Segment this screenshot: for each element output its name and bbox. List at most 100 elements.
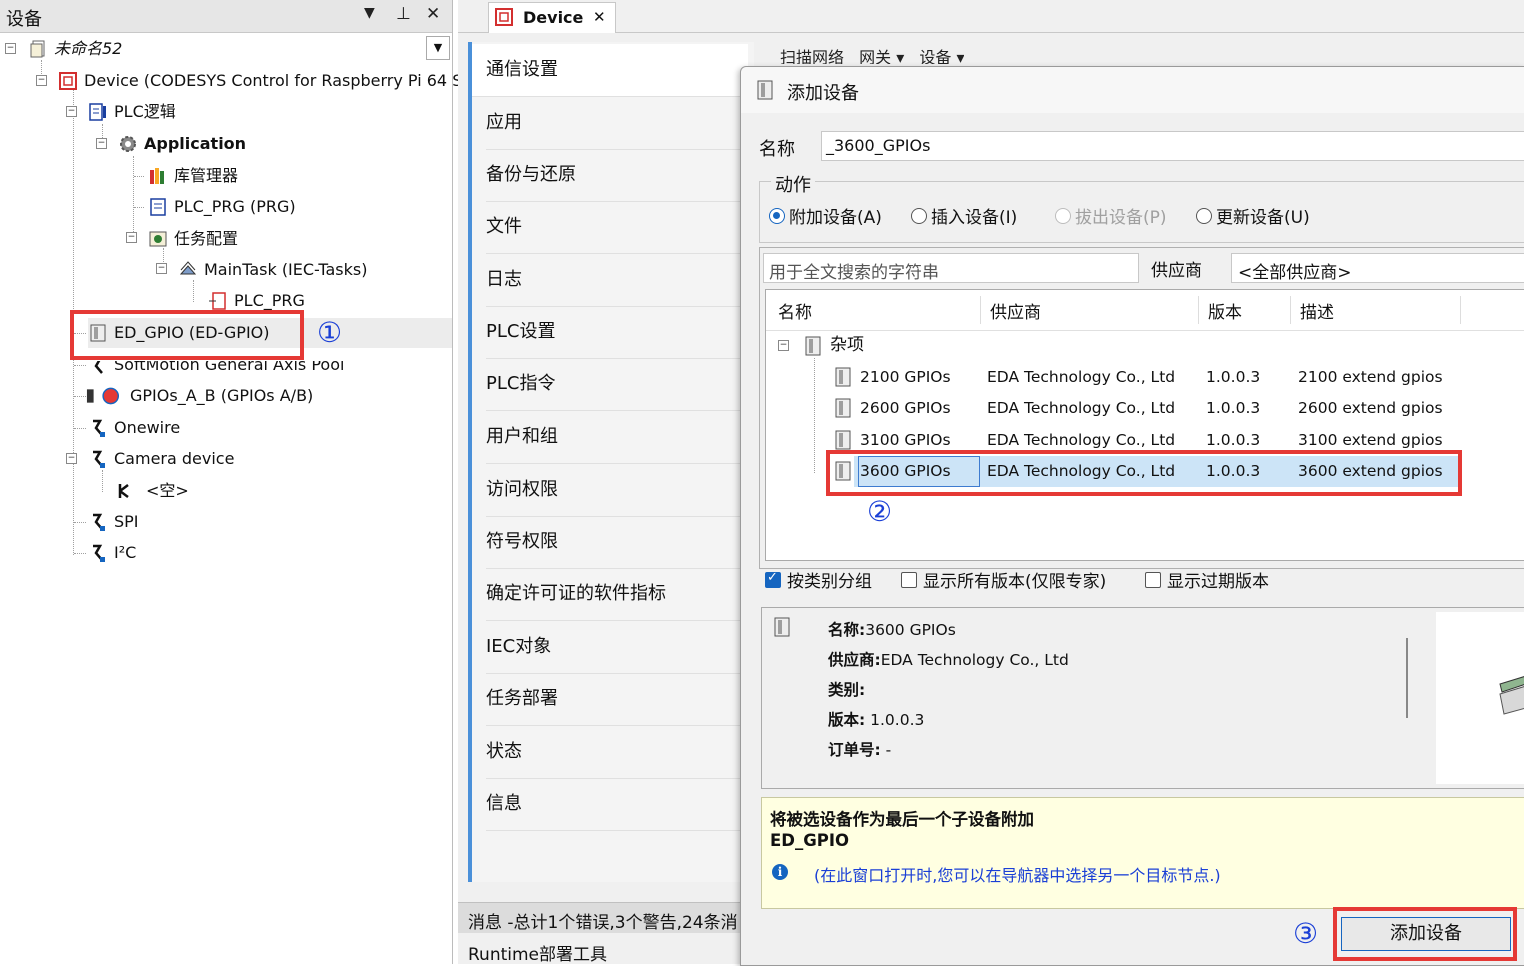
col-header-description[interactable]: 描述 — [1300, 298, 1334, 323]
tree-item-onewire[interactable]: Onewire — [88, 413, 180, 443]
scan-network-button[interactable]: 扫描网络 — [780, 48, 844, 64]
project-icon — [30, 40, 45, 57]
radio-unplug[interactable]: 拔出设备(P) — [1055, 203, 1167, 228]
nav-item[interactable]: 信息 — [486, 778, 746, 831]
col-header-name[interactable]: 名称 — [778, 298, 812, 323]
tab-device[interactable]: Device ✕ — [488, 2, 616, 33]
info-scrollbar[interactable] — [1406, 638, 1408, 718]
nav-item[interactable]: 通信设置 — [472, 44, 748, 97]
tree-item-spi[interactable]: SPI — [88, 507, 139, 537]
message-summary: 消息 -总计1个错误,3个警告,24条消 — [468, 913, 738, 933]
tree-item-main-task[interactable]: MainTask (IEC-Tasks) — [178, 255, 367, 285]
tree-item-plc-logic[interactable]: PLC逻辑 — [88, 97, 176, 127]
add-device-dialog: 添加设备 名称 _3600_GPIOs 动作 附加设备(A) 插入设备(I) 拔… — [740, 66, 1524, 966]
editor-tabbar: Device ✕ — [458, 0, 1524, 33]
collapse-icon[interactable]: − — [156, 263, 167, 274]
collapse-icon[interactable]: − — [126, 232, 137, 243]
tree-label: 库管理器 — [174, 166, 239, 185]
highlight-box-3 — [1333, 907, 1517, 961]
message-bar[interactable]: 消息 -总计1个错误,3个警告,24条消 — [458, 902, 758, 933]
search-input[interactable]: 用于全文搜索的字符串 — [763, 253, 1139, 283]
col-header-version[interactable]: 版本 — [1208, 298, 1242, 323]
nav-item[interactable]: 应用 — [486, 97, 746, 150]
collapse-icon[interactable]: − — [66, 453, 77, 464]
tree-item-gpios-ab[interactable]: GPIOs_A_B (GPIOs A/B) — [86, 381, 313, 411]
nav-item[interactable]: 确定许可证的软件指标 — [486, 568, 746, 621]
list-group-row[interactable]: 杂项 — [766, 330, 1524, 361]
nav-item[interactable]: 任务部署 — [486, 673, 746, 726]
pin-icon[interactable]: ⊥ — [396, 4, 411, 24]
radio-append[interactable]: 附加设备(A) — [769, 203, 882, 228]
tree-item-library-manager[interactable]: 库管理器 — [148, 161, 238, 191]
list-item[interactable]: 2600 GPIOs EDA Technology Co., Ltd 1.0.0… — [766, 393, 1524, 424]
info-order-number: 订单号: - — [828, 741, 892, 759]
tree-label: SPI — [114, 512, 139, 531]
collapse-icon[interactable]: − — [36, 75, 47, 86]
bus-icon — [93, 544, 105, 562]
tree-dropdown-button[interactable]: ▼ — [426, 36, 450, 60]
group-by-category-checkbox[interactable]: 按类别分组 — [765, 567, 872, 592]
tree-item-project[interactable]: 未命名52 — [28, 34, 122, 64]
nav-item[interactable]: PLC指令 — [486, 358, 746, 411]
nav-item[interactable]: 访问权限 — [486, 464, 746, 517]
device-info-panel: 名称:3600 GPIOs 供应商:EDA Technology Co., Lt… — [761, 607, 1524, 789]
tree-item-camera[interactable]: Camera device — [88, 444, 234, 474]
collapse-icon[interactable]: − — [5, 43, 16, 54]
tree-item-empty-slot[interactable]: <空> — [114, 476, 189, 506]
annotation-number-3: ③ — [1293, 917, 1319, 950]
program-icon — [150, 197, 166, 216]
show-all-versions-checkbox[interactable]: 显示所有版本(仅限专家) — [901, 567, 1106, 592]
gateway-menu[interactable]: 网关 — [859, 48, 891, 64]
radio-label: 插入设备(I) — [931, 208, 1018, 228]
info-icon: i — [772, 864, 788, 880]
nav-item[interactable]: 日志 — [486, 254, 746, 307]
nav-item[interactable]: 文件 — [486, 201, 746, 254]
nav-item[interactable]: IEC对象 — [486, 621, 746, 674]
radio-insert[interactable]: 插入设备(I) — [911, 203, 1017, 228]
list-item[interactable]: 2100 GPIOs EDA Technology Co., Ltd 1.0.0… — [766, 362, 1524, 393]
col-header-vendor[interactable]: 供应商 — [990, 298, 1041, 323]
device-picture-icon — [1499, 676, 1524, 715]
nav-item[interactable]: 状态 — [486, 726, 746, 779]
dropdown-icon[interactable]: ▼ — [364, 5, 375, 21]
device-module-icon — [835, 398, 851, 418]
device-module-icon — [757, 80, 773, 100]
program-call-icon — [209, 291, 226, 310]
vendor-select[interactable]: <全部供应商> — [1231, 253, 1524, 283]
nav-item[interactable]: 符号权限 — [486, 516, 746, 569]
task-icon — [179, 260, 197, 274]
device-tree-panel: 设备 ▼ ⊥ ✕ ▼ − 未命名52 − Device (CODESYS Con… — [0, 0, 478, 964]
collapse-icon[interactable]: − — [66, 106, 77, 117]
tree-label: 任务配置 — [174, 229, 239, 248]
tree-item-application[interactable]: Application — [118, 129, 246, 159]
note-target: ED_GPIO — [770, 831, 850, 850]
collapse-icon[interactable]: − — [96, 138, 107, 149]
annotation-number-2: ② — [867, 495, 893, 528]
show-outdated-checkbox[interactable]: 显示过期版本 — [1145, 567, 1269, 592]
checkbox-label: 显示所有版本(仅限专家) — [923, 572, 1107, 592]
tree-item-task-config[interactable]: 任务配置 — [148, 224, 238, 254]
tree-item-device[interactable]: Device (CODESYS Control for Raspberry Pi… — [58, 66, 478, 96]
cell-vendor: EDA Technology Co., Ltd — [987, 399, 1176, 417]
close-icon[interactable]: ✕ — [426, 4, 440, 24]
tree-label: 未命名52 — [54, 39, 123, 58]
plc-logic-icon — [89, 102, 106, 121]
nav-item[interactable]: 用户和组 — [486, 411, 746, 464]
runtime-deploy-tab[interactable]: Runtime部署工具 — [458, 934, 758, 965]
cell-name: 2600 GPIOs — [860, 399, 951, 417]
nav-item[interactable]: 备份与还原 — [486, 149, 746, 202]
device-name-input[interactable]: _3600_GPIOs — [821, 131, 1524, 161]
radio-update[interactable]: 更新设备(U) — [1196, 203, 1310, 228]
tab-close-icon[interactable]: ✕ — [593, 8, 606, 26]
device-settings-nav: 通信设置 应用 备份与还原 文件 日志 PLC设置 PLC指令 用户和组 访问权… — [468, 42, 754, 882]
application-gear-icon — [120, 135, 136, 152]
device-module-icon — [774, 617, 790, 637]
tree-item-i2c[interactable]: I²C — [88, 538, 136, 568]
tree-label: GPIOs_A_B (GPIOs A/B) — [130, 386, 314, 405]
nav-item[interactable]: PLC设置 — [486, 306, 746, 359]
tree-label: PLC_PRG (PRG) — [174, 197, 296, 216]
panel-title: 设备 — [6, 9, 42, 30]
device-menu[interactable]: 设备 — [919, 48, 951, 64]
group-label: 杂项 — [830, 335, 864, 355]
tree-item-plc-prg[interactable]: PLC_PRG (PRG) — [148, 192, 296, 222]
